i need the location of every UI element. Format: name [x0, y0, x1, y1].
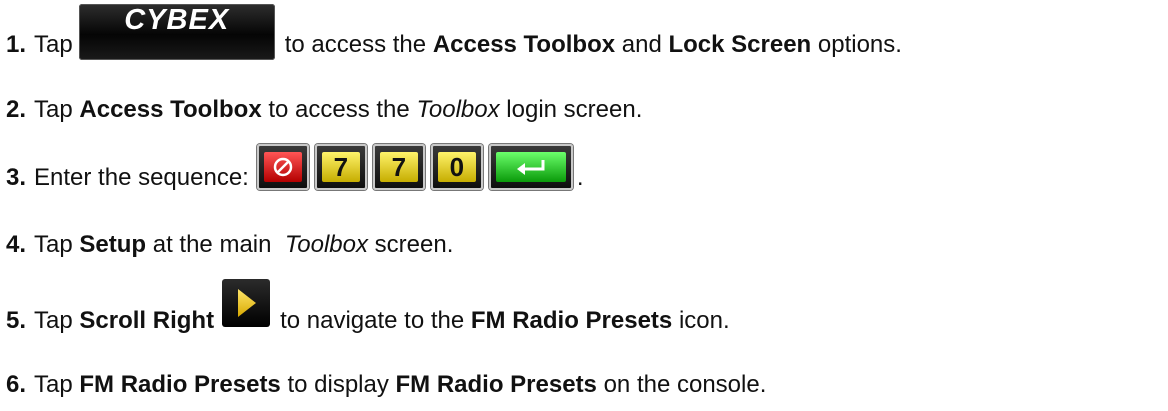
step-number: 3. — [6, 164, 27, 191]
enter-arrow-icon — [495, 152, 566, 182]
lock-screen-term: Lock Screen — [668, 31, 812, 58]
digit-key-label: 7 — [321, 152, 360, 182]
toolbox-term: Toolbox — [284, 231, 368, 258]
clear-key — [256, 144, 309, 190]
scroll-right-term: Scroll Right — [79, 307, 215, 334]
step-number: 6. — [6, 371, 27, 398]
step-4: 4. Tap Setup at the main Toolbox screen. — [6, 231, 453, 259]
step-text: to access the — [284, 31, 427, 58]
step-text: to access the — [268, 96, 410, 123]
step-number: 5. — [6, 307, 27, 334]
fm-radio-presets-term: FM Radio Presets — [395, 371, 597, 398]
step-text: Tap — [34, 96, 73, 123]
step-text: Tap — [34, 371, 73, 398]
digit-key: 7 — [314, 144, 367, 190]
step-2: 2. Tap Access Toolbox to access the Tool… — [6, 96, 642, 124]
step-number: 1. — [6, 31, 27, 58]
step-text: and — [621, 31, 662, 58]
cybex-logo-text: CYBEX — [124, 4, 230, 36]
digit-key: 7 — [372, 144, 425, 190]
step-5: 5. Tap Scroll Right to navigate to the F… — [6, 279, 730, 335]
play-triangle-icon — [238, 289, 257, 317]
toolbox-term: Toolbox — [416, 96, 500, 123]
scroll-right-button — [222, 279, 271, 327]
step-text: Tap — [34, 307, 73, 334]
step-3: 3. Enter the sequence: 7 7 0 . — [6, 144, 584, 192]
key-sequence: 7 7 0 — [256, 144, 573, 190]
digit-key-label: 7 — [379, 152, 418, 182]
digit-key: 0 — [430, 144, 483, 190]
step-text: to display — [287, 371, 389, 398]
enter-key — [488, 144, 573, 190]
setup-term: Setup — [79, 231, 147, 258]
fm-radio-presets-term: FM Radio Presets — [79, 371, 281, 398]
step-text: to navigate to the — [280, 307, 465, 334]
step-text: on the console. — [603, 371, 767, 398]
step-text: Enter the sequence: — [34, 164, 249, 191]
step-text: Tap — [34, 31, 73, 58]
cybex-logo-button: CYBEX — [78, 4, 275, 60]
step-text: screen. — [374, 231, 454, 258]
step-text: icon. — [678, 307, 730, 334]
step-text: at the main — [152, 231, 272, 258]
step-6: 6. Tap FM Radio Presets to display FM Ra… — [6, 371, 766, 399]
access-toolbox-term: Access Toolbox — [79, 96, 262, 123]
step-number: 4. — [6, 231, 27, 258]
step-text: Tap — [34, 231, 73, 258]
fm-radio-presets-term: FM Radio Presets — [470, 307, 673, 334]
digit-key-label: 0 — [437, 152, 476, 182]
step-text: options. — [817, 31, 902, 58]
step-1: 1. Tap CYBEX to access the Access Toolbo… — [6, 4, 902, 60]
access-toolbox-term: Access Toolbox — [432, 31, 616, 58]
step-text: . — [576, 164, 584, 191]
clear-icon — [263, 152, 302, 182]
step-number: 2. — [6, 96, 27, 123]
step-text: login screen. — [506, 96, 643, 123]
